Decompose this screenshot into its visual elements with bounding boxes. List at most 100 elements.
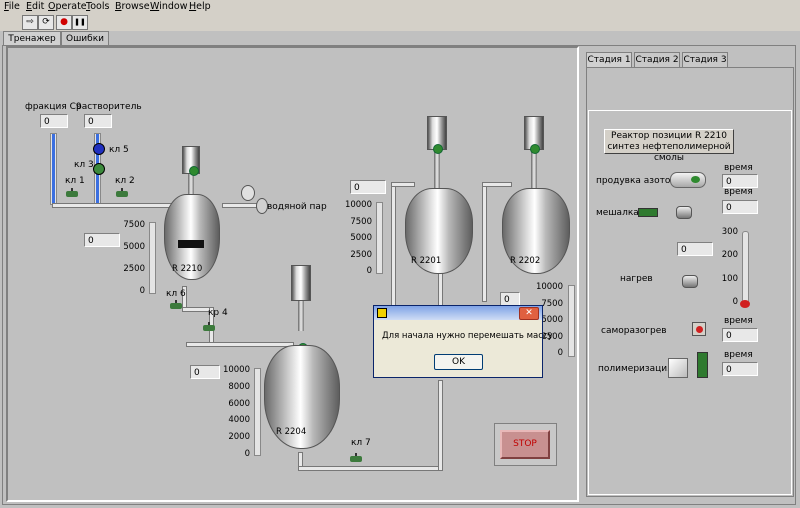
tab-stage-2[interactable]: Стадия 2	[634, 52, 680, 67]
pause-icon[interactable]: ❚❚	[72, 15, 88, 30]
pipe-to-kl7	[298, 466, 443, 471]
kl5-valve-ball-icon[interactable]	[93, 143, 105, 155]
menu-edit[interactable]: Edit	[26, 1, 44, 12]
r2201-level-value: 0	[350, 180, 386, 194]
polymer-label: полимеризация	[598, 364, 673, 374]
reactor-title-button[interactable]: Реактор позиции R 2210 синтез нефтеполим…	[604, 129, 734, 163]
heat-gauge-tick: 100	[721, 273, 738, 284]
c9-fraction-input[interactable]: 0	[40, 114, 68, 128]
menu-bar: File Edit Operate Tools Browse Window He…	[0, 0, 800, 14]
solvent-label: растворитель	[76, 102, 142, 112]
reactor-r2210: R 2210	[158, 146, 226, 286]
kr4-valve-icon[interactable]	[203, 322, 215, 332]
r2210-gauge-tick: 0	[139, 286, 145, 296]
r2202-name: R 2202	[510, 256, 541, 266]
menu-help[interactable]: Help	[189, 1, 211, 12]
heat-gauge-tick: 200	[721, 250, 738, 261]
stop-button[interactable]: STOP	[500, 430, 550, 459]
menu-tools[interactable]: Tools	[86, 1, 109, 12]
r2204-gauge-tick: 6000	[228, 398, 250, 409]
r2201-gauge-tick: 2500	[350, 249, 372, 260]
r2204-gauge-tick: 8000	[228, 381, 250, 392]
stage-inner-frame	[588, 110, 792, 495]
ok-button[interactable]: OK	[434, 354, 483, 370]
r2204-gauge-tick: 0	[244, 449, 250, 459]
dialog-message: Для начала нужно перемешать массу	[382, 331, 553, 341]
r2204-motor-icon	[291, 265, 311, 301]
kl1-valve-icon[interactable]	[66, 188, 78, 198]
polymer-time-value: 0	[722, 362, 758, 376]
kl6-valve-icon[interactable]	[170, 300, 182, 310]
polymer-indicator	[697, 352, 708, 378]
steam-valve-icon[interactable]	[241, 185, 255, 201]
kl3-label: кл 3	[74, 160, 94, 170]
reactor-r2201: R 2201	[403, 116, 475, 276]
c9-feed-tube	[50, 133, 57, 205]
r2204-level-value: 0	[190, 365, 220, 379]
heat-gauge-tick: 0	[732, 297, 738, 307]
heat-label: нагрев	[620, 274, 653, 284]
tab-errors[interactable]: Ошибки	[61, 31, 109, 46]
heat-gauge-tick: 300	[721, 227, 738, 237]
dialog-titlebar[interactable]: ✕	[374, 306, 542, 320]
mixer-switch-icon[interactable]	[676, 206, 692, 219]
r2201-gauge-tick: 0	[366, 266, 372, 276]
tab-trainer[interactable]: Тренажер	[3, 31, 61, 46]
r2204-level-gauge	[254, 368, 261, 456]
mixer-label: мешалка	[596, 208, 639, 218]
r2204-shaft	[298, 301, 304, 331]
run-continuously-icon[interactable]: ⟳	[38, 15, 54, 30]
selfheat-label: саморазогрев	[601, 326, 667, 336]
nitrogen-toggle[interactable]	[670, 172, 706, 188]
abort-icon[interactable]: ●	[56, 15, 72, 30]
nitrogen-time-label: время	[724, 163, 753, 173]
c9-fraction-label: фракция С9	[25, 102, 82, 112]
heat-switch-icon[interactable]	[682, 275, 698, 288]
run-arrow-icon[interactable]: ⇨	[22, 15, 38, 30]
nitrogen-time-value: 0	[722, 174, 758, 188]
r2210-shaft	[188, 174, 194, 196]
tab-stage-1[interactable]: Стадия 1	[586, 52, 632, 67]
r2202-level-gauge	[568, 285, 575, 357]
kl7-valve-icon[interactable]	[350, 453, 362, 463]
r2202-mixer-led	[530, 144, 540, 154]
polymer-time-label: время	[724, 350, 753, 360]
r2204-gauge-tick: 10000	[222, 365, 250, 375]
menu-window[interactable]: Window	[150, 1, 187, 12]
r2210-name: R 2210	[172, 264, 203, 274]
r2201-gauge-tick: 5000	[350, 233, 372, 243]
mixer-time-label: время	[724, 187, 753, 197]
kl7-label: кл 7	[351, 438, 371, 448]
r2202-shaft	[531, 150, 537, 190]
close-icon[interactable]: ✕	[519, 307, 539, 320]
mixer-indicator	[638, 208, 658, 217]
kl3-valve-ball-icon[interactable]	[93, 163, 105, 175]
reactor-title-line2: синтез нефтеполимерной смолы	[607, 142, 731, 163]
selfheat-time-value: 0	[722, 328, 758, 342]
menu-operate[interactable]: Operate	[48, 1, 87, 12]
menu-browse[interactable]: Browse	[115, 1, 150, 12]
r2210-gauge-tick: 5000	[123, 242, 145, 252]
kl2-valve-icon[interactable]	[116, 188, 128, 198]
r2201-level-gauge	[376, 202, 383, 274]
r2202-gauge-tick: 10000	[535, 282, 563, 292]
tab-stage-3[interactable]: Стадия 3	[682, 52, 728, 67]
thermometer-bulb-icon	[740, 300, 750, 308]
polymer-button[interactable]	[668, 358, 688, 378]
toolbar: ⇨ ⟳ ● ❚❚	[0, 14, 800, 31]
r2204-gauge-tick: 2000	[228, 432, 250, 443]
r2202-level-value: 0	[500, 292, 520, 306]
labview-icon	[377, 308, 387, 318]
menu-file[interactable]: File	[4, 1, 20, 12]
r2210-gauge-tick: 2500	[123, 264, 145, 274]
heat-thermometer	[742, 231, 749, 303]
steam-label: водяной пар	[267, 202, 327, 212]
selfheat-time-label: время	[724, 316, 753, 326]
kl6-label: кл 6	[166, 289, 186, 299]
kl2-label: кл 2	[115, 176, 135, 186]
steam-pipe	[222, 203, 260, 208]
selfheat-lamp[interactable]	[692, 322, 706, 336]
kl1-label: кл 1	[65, 176, 85, 186]
solvent-input[interactable]: 0	[84, 114, 112, 128]
r2210-mixer-led	[189, 166, 199, 176]
